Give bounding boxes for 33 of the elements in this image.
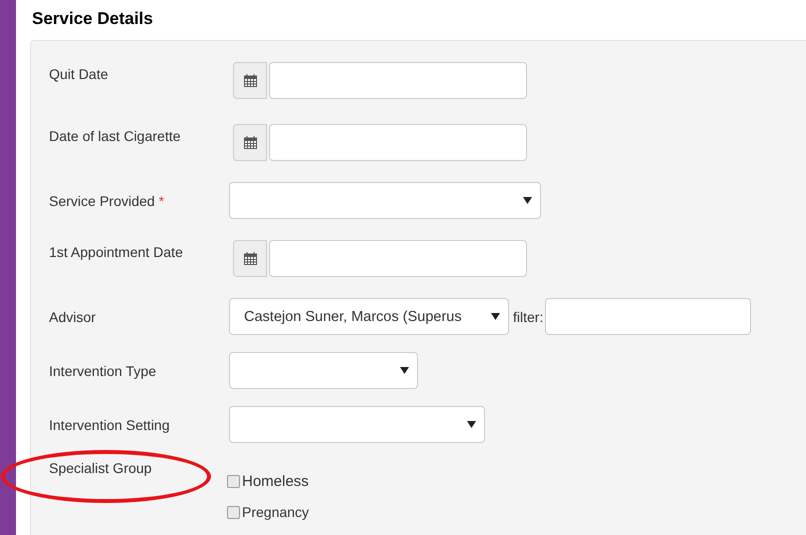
calendar-icon bbox=[244, 136, 256, 149]
caret-icon bbox=[491, 313, 500, 320]
field-label: Advisor bbox=[48, 308, 97, 324]
field-label: Intervention Setting bbox=[48, 416, 171, 432]
caret-icon bbox=[400, 367, 409, 374]
dropdown[interactable] bbox=[229, 182, 541, 219]
checkbox-label: Homeless bbox=[242, 473, 309, 490]
date-field[interactable] bbox=[269, 124, 527, 161]
dropdown[interactable] bbox=[229, 406, 485, 443]
checkbox[interactable] bbox=[227, 506, 240, 518]
date-field[interactable] bbox=[269, 240, 527, 277]
filter-field[interactable] bbox=[545, 298, 752, 335]
dropdown[interactable]: Castejon Suner, Marcos (Superus bbox=[229, 298, 509, 335]
date-field[interactable] bbox=[269, 62, 527, 99]
field-label: Specialist Group bbox=[48, 460, 153, 476]
section-title: Service Details bbox=[32, 9, 154, 30]
calendar-button[interactable] bbox=[233, 124, 267, 161]
field-label: 1st Appointment Date bbox=[48, 243, 184, 260]
calendar-icon bbox=[244, 74, 256, 87]
field-label: Service Provided bbox=[49, 192, 155, 208]
caret-icon bbox=[467, 421, 476, 428]
field-label: Intervention Type bbox=[48, 362, 158, 378]
dropdown[interactable] bbox=[229, 352, 418, 389]
required-mark: * bbox=[158, 192, 164, 208]
caret-icon bbox=[523, 197, 532, 204]
calendar-icon bbox=[244, 252, 256, 265]
calendar-button[interactable] bbox=[233, 240, 267, 277]
filter-label: filter: bbox=[513, 308, 544, 324]
checkbox-label: Pregnancy bbox=[242, 504, 309, 520]
checkbox[interactable] bbox=[227, 475, 240, 488]
calendar-button[interactable] bbox=[233, 62, 267, 99]
field-label: Date of last Cigarette bbox=[48, 127, 182, 144]
field-label: Quit Date bbox=[48, 65, 110, 82]
